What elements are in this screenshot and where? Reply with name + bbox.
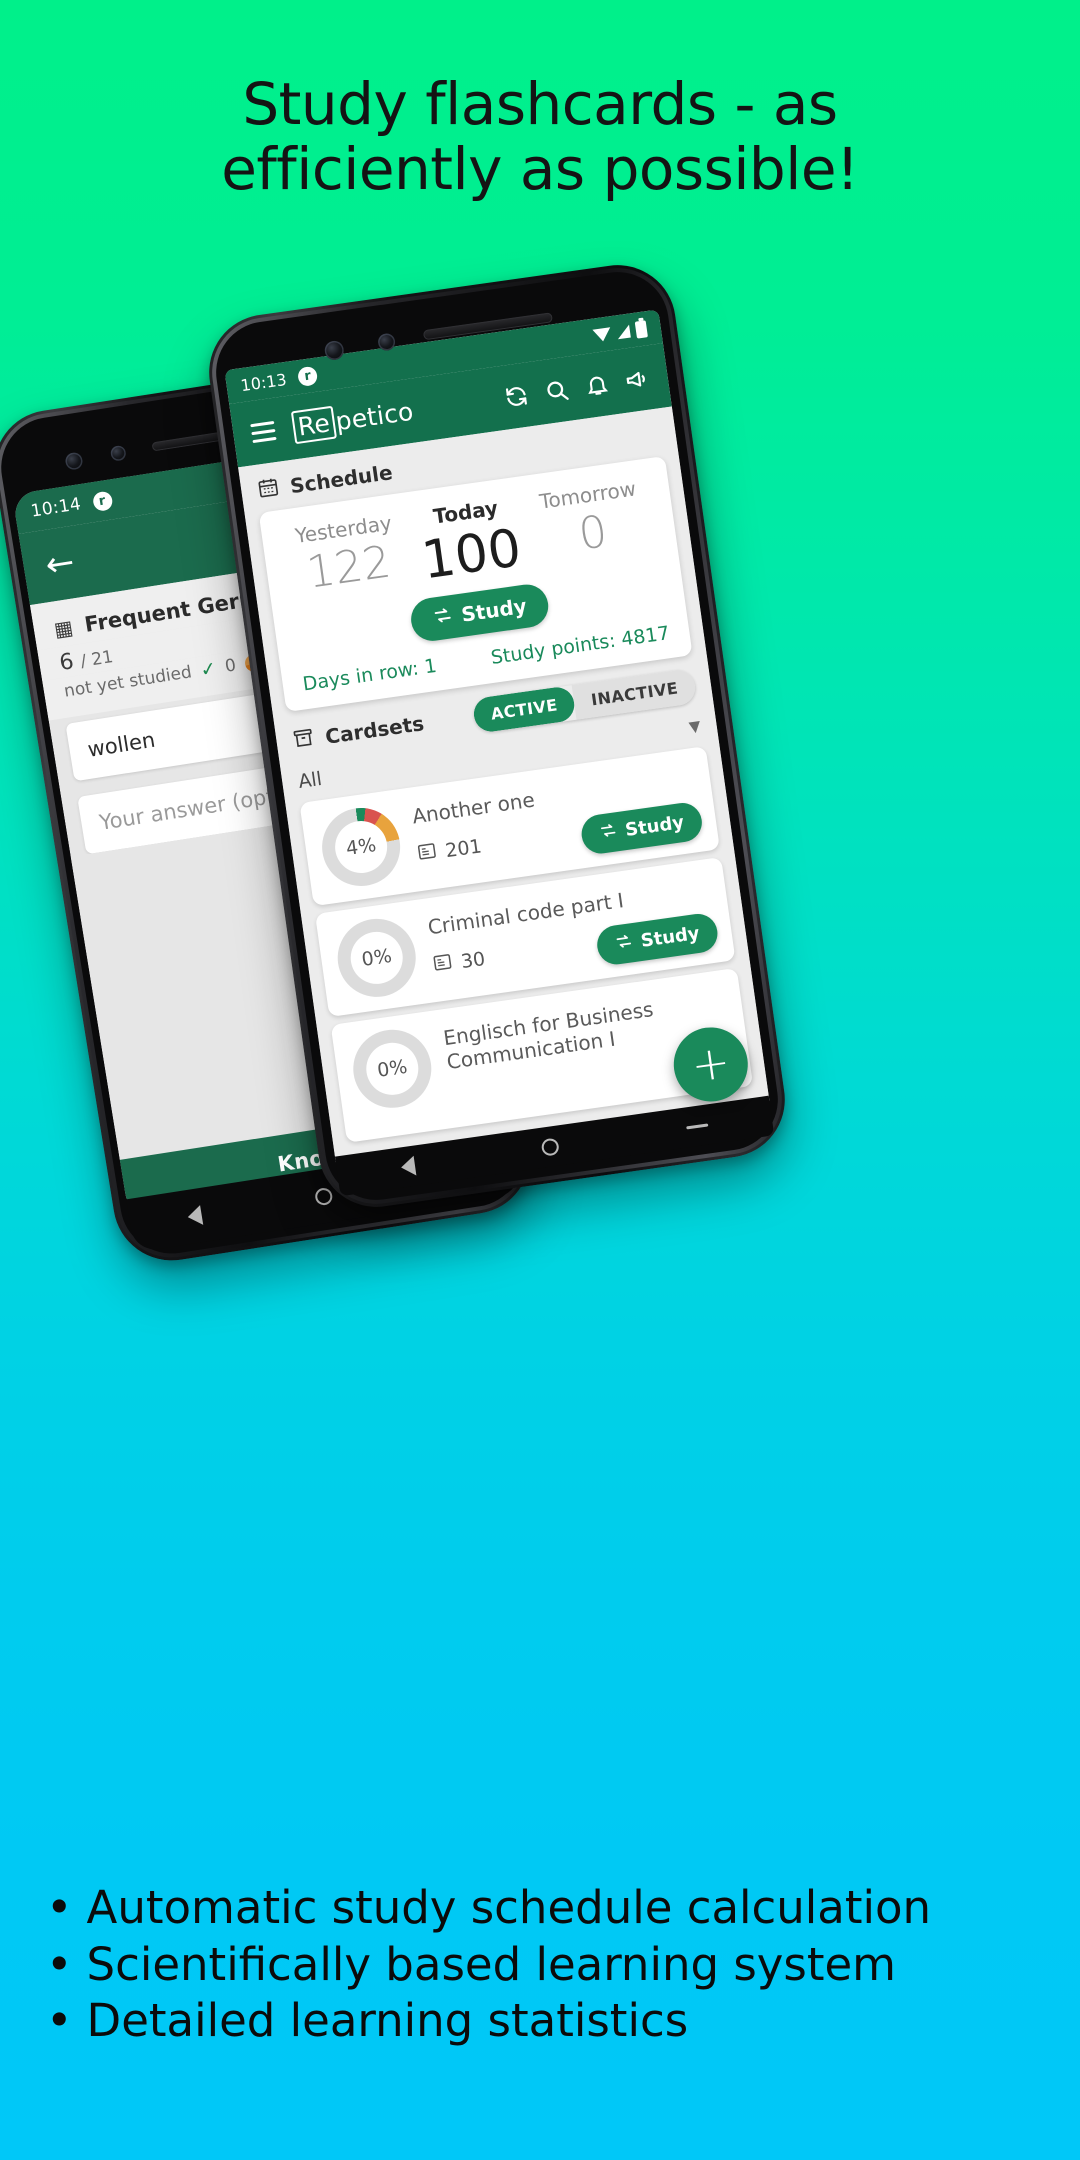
days-in-row: Days in row: 1: [301, 654, 439, 696]
recents-nav-icon[interactable]: [685, 1122, 709, 1129]
repeat-icon: [431, 604, 454, 632]
app-badge-icon: r: [91, 489, 114, 512]
calendar-icon: [256, 475, 281, 504]
bell-icon[interactable]: [584, 371, 611, 398]
chevron-down-icon[interactable]: ▼: [688, 716, 702, 735]
repeat-icon: [598, 820, 619, 845]
back-nav-icon[interactable]: [185, 1205, 203, 1228]
search-icon[interactable]: [543, 376, 571, 404]
app-logo-boxed: Re: [290, 405, 337, 444]
bullet-item: Automatic study schedule calculation: [46, 1880, 1046, 1937]
schedule-tomorrow: Tomorrow 0: [525, 475, 658, 568]
app-badge-icon: r: [296, 365, 319, 387]
back-status-time: 10:14: [29, 494, 83, 522]
schedule-label: Schedule: [288, 460, 394, 499]
back-nav-icon[interactable]: [399, 1155, 417, 1178]
home-nav-icon[interactable]: [541, 1136, 561, 1157]
cardset-count: 30: [459, 947, 487, 973]
status-indicators: [592, 319, 648, 344]
front-status-time: 10:13: [239, 369, 288, 395]
back-stats-correct: 0: [223, 655, 238, 677]
toggle-active[interactable]: ACTIVE: [471, 684, 577, 734]
hamburger-menu-icon[interactable]: [250, 420, 277, 443]
cardsets-label: Cardsets: [323, 711, 426, 750]
sync-icon[interactable]: [502, 382, 530, 410]
cardset-study-label: Study: [639, 922, 701, 952]
cardset-name: Englisch for Business Communication I: [441, 996, 655, 1074]
feature-bullets: Automatic study schedule calculation Sci…: [46, 1880, 1046, 2050]
cardset-name: Another one: [410, 787, 537, 829]
megaphone-icon[interactable]: [623, 365, 651, 393]
cardbox-icon: ▦: [52, 614, 75, 642]
signal-icon: [616, 324, 631, 339]
progress-donut: 4%: [317, 802, 406, 891]
bullet-item: Scientifically based learning system: [46, 1937, 1046, 1994]
schedule-yesterday: Yesterday 122: [281, 509, 414, 602]
wifi-icon: [592, 326, 612, 343]
phone-stage: 10:14 r ← ▦ Frequent German Verbs 6 / 21…: [0, 0, 1080, 2160]
cards-icon: [416, 841, 438, 865]
cardset-percent: 0%: [360, 944, 394, 971]
back-progress-total: / 21: [79, 647, 115, 672]
toggle-inactive[interactable]: INACTIVE: [571, 667, 698, 720]
battery-icon: [634, 319, 648, 339]
cardset-study-label: Study: [623, 811, 686, 841]
cards-icon: [432, 952, 454, 976]
back-progress-current: 6: [57, 649, 76, 677]
cardbox-icon: [291, 727, 316, 754]
schedule-today: Today 100: [403, 492, 537, 594]
check-icon: ✓: [198, 657, 219, 682]
progress-donut: 0%: [332, 913, 421, 1002]
appbar-actions: [502, 365, 651, 410]
bullet-item: Detailed learning statistics: [46, 1993, 1046, 2050]
cardset-count: 201: [443, 835, 483, 862]
repeat-icon: [614, 931, 635, 956]
app-logo-rest: petico: [333, 396, 416, 436]
back-question-text: wollen: [85, 727, 157, 762]
app-logo: Re petico: [290, 394, 416, 444]
arrow-left-icon[interactable]: ←: [43, 542, 78, 586]
schedule-study-label: Study: [459, 594, 529, 627]
cardset-percent: 0%: [375, 1055, 409, 1082]
cardsets-filter-label: All: [296, 767, 324, 793]
progress-donut: 0%: [348, 1024, 437, 1113]
cardset-percent: 4%: [344, 833, 378, 860]
